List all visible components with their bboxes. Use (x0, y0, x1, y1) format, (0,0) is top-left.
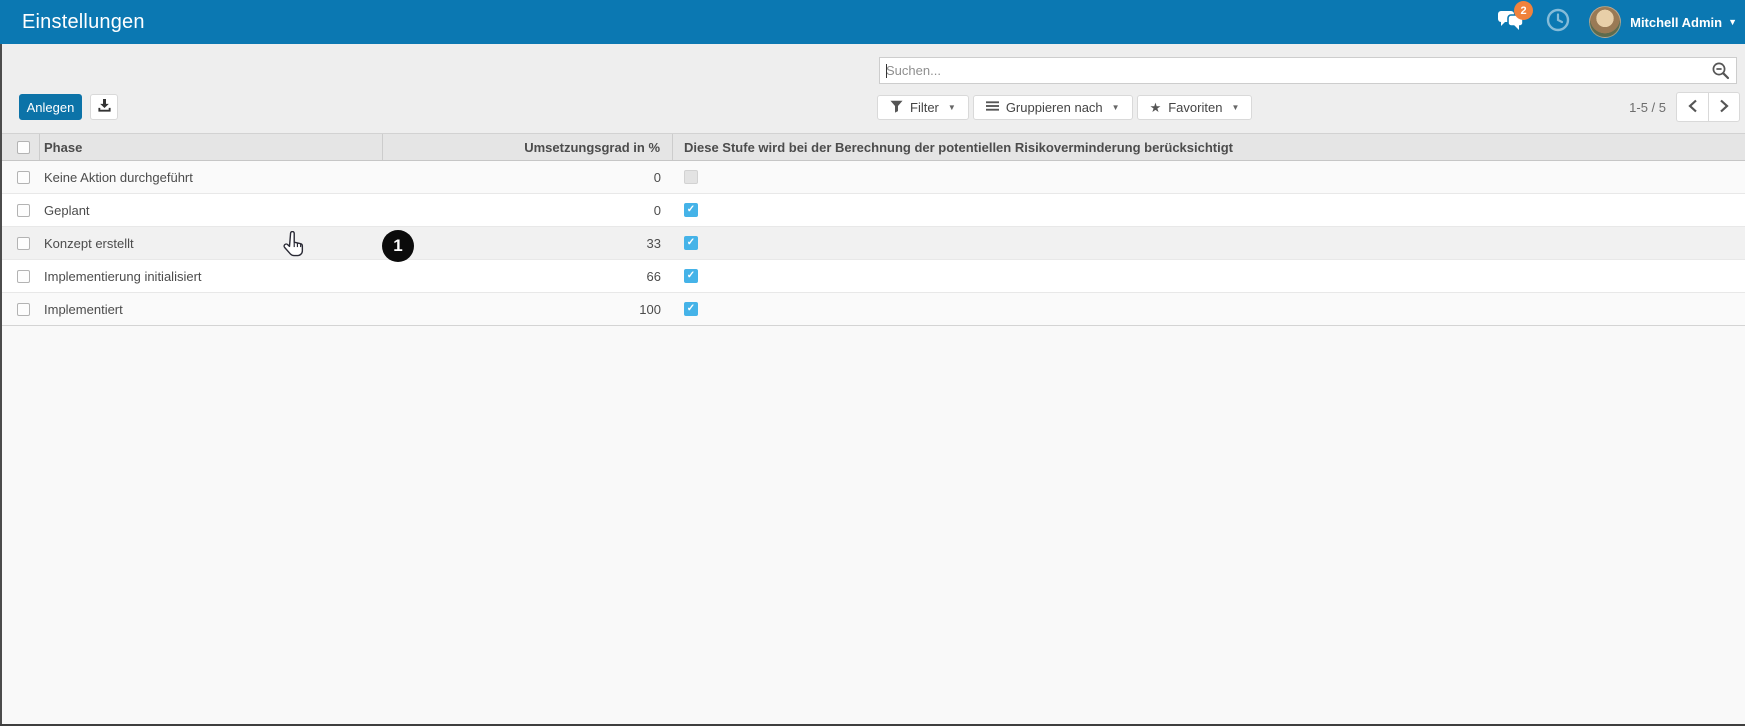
search-box (879, 57, 1737, 84)
star-icon: ★ (1149, 100, 1162, 115)
hand-pointer-cursor (281, 230, 307, 266)
phase-cell: Keine Aktion durchgeführt (44, 169, 193, 185)
filter-button-label: Filter (910, 100, 939, 115)
grad-cell: 33 (646, 235, 661, 251)
chevron-left-icon (1687, 99, 1698, 116)
group-by-icon (985, 100, 999, 115)
row-select-cell (0, 260, 40, 292)
chevron-down-icon: ▼ (1231, 103, 1240, 112)
grad-cell: 66 (646, 268, 661, 284)
filter-button[interactable]: Filter ▼ (877, 95, 969, 120)
risk-cell (673, 161, 1745, 193)
messages-button[interactable]: 2 (1493, 1, 1534, 39)
settings-list-screen: Einstellungen 2 Mitchell Admin ▼ Suchen.… (0, 0, 1745, 726)
chevron-down-icon: ▼ (947, 103, 956, 112)
window-border-left (0, 44, 2, 726)
pager: 1-5 / 5 (1629, 92, 1740, 122)
export-button[interactable] (90, 94, 118, 120)
row-select-checkbox[interactable] (17, 170, 30, 184)
messages-count-badge: 2 (1514, 1, 1534, 20)
pager-buttons (1676, 92, 1740, 122)
risk-checkbox[interactable] (684, 236, 698, 250)
row-select-checkbox[interactable] (17, 302, 30, 316)
control-panel: Anlegen Filter ▼ (0, 44, 1745, 133)
column-header-grad[interactable]: Umsetzungsgrad in % (383, 134, 673, 160)
row-select-checkbox[interactable] (17, 203, 30, 217)
phase-cell: Implementierung initialisiert (44, 268, 202, 284)
text-caret (886, 64, 887, 78)
column-header-risk[interactable]: Diese Stufe wird bei der Berechnung der … (673, 134, 1745, 160)
row-select-checkbox[interactable] (17, 269, 30, 283)
topbar-right-cluster: 2 Mitchell Admin ▼ (1493, 0, 1737, 44)
row-select-checkbox[interactable] (17, 236, 30, 250)
pager-next-button[interactable] (1708, 92, 1740, 122)
activities-button[interactable] (1541, 5, 1575, 39)
header-select-all-cell (0, 134, 40, 160)
table-body: Keine Aktion durchgeführt 0 Geplant 0 Ko… (0, 161, 1745, 326)
table-header: Phase Umsetzungsgrad in % Diese Stufe wi… (0, 133, 1745, 161)
favorites-button-label: Favoriten (1168, 100, 1223, 115)
user-menu[interactable]: Mitchell Admin ▼ (1589, 5, 1737, 39)
risk-cell (673, 194, 1745, 226)
avatar (1589, 6, 1622, 38)
annotation-marker-1: 1 (382, 230, 414, 262)
row-select-cell (0, 227, 40, 259)
search-input[interactable] (880, 58, 1711, 83)
pager-previous-button[interactable] (1676, 92, 1708, 122)
clock-icon (1546, 8, 1570, 37)
search-magnifier-icon[interactable] (1711, 61, 1730, 80)
group-by-button[interactable]: Gruppieren nach ▼ (972, 95, 1133, 120)
download-icon (97, 98, 112, 116)
user-name: Mitchell Admin (1630, 14, 1723, 30)
table-row[interactable]: Implementiert 100 (0, 293, 1745, 326)
table-row[interactable]: Implementierung initialisiert 66 (0, 260, 1745, 293)
chevron-down-icon: ▼ (1111, 103, 1120, 112)
phase-cell: Konzept erstellt (44, 235, 134, 251)
risk-checkbox[interactable] (684, 302, 698, 316)
group-by-button-label: Gruppieren nach (1005, 100, 1103, 115)
row-select-cell (0, 161, 40, 193)
favorites-button[interactable]: ★ Favoriten ▼ (1136, 95, 1253, 120)
page-title: Einstellungen (22, 10, 145, 33)
create-button[interactable]: Anlegen (19, 94, 82, 120)
phase-cell: Geplant (44, 202, 90, 218)
top-navbar: Einstellungen 2 Mitchell Admin ▼ (0, 0, 1745, 44)
grad-cell: 0 (653, 202, 661, 218)
row-select-cell (0, 194, 40, 226)
row-select-cell (0, 293, 40, 325)
table-row[interactable]: Keine Aktion durchgeführt 0 (0, 161, 1745, 194)
grad-cell: 100 (639, 301, 661, 317)
risk-cell (673, 293, 1745, 325)
chevron-right-icon (1719, 99, 1729, 116)
table-row[interactable]: Konzept erstellt 33 (0, 227, 1745, 260)
column-header-phase[interactable]: Phase (40, 134, 383, 160)
table-row[interactable]: Geplant 0 (0, 194, 1745, 227)
pager-range: 1-5 / 5 (1629, 99, 1666, 115)
risk-checkbox[interactable] (684, 269, 698, 283)
phase-cell: Implementiert (44, 301, 123, 317)
risk-checkbox[interactable] (684, 203, 698, 217)
funnel-icon (890, 100, 903, 116)
select-all-checkbox[interactable] (17, 140, 30, 154)
chevron-down-icon: ▼ (1728, 17, 1737, 27)
risk-cell (673, 260, 1745, 292)
risk-cell (673, 227, 1745, 259)
filter-toolbar: Filter ▼ Gruppieren nach ▼ ★ Favoriten ▼ (877, 95, 1253, 120)
risk-checkbox[interactable] (684, 170, 698, 184)
phase-list-table: Phase Umsetzungsgrad in % Diese Stufe wi… (0, 133, 1745, 326)
grad-cell: 0 (653, 169, 661, 185)
